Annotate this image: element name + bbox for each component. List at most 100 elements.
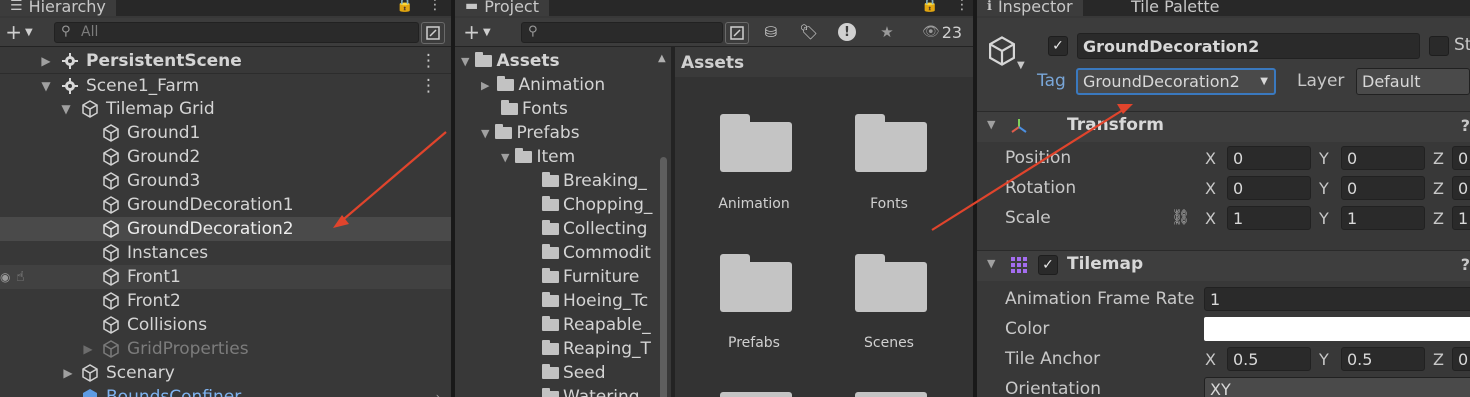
tree-item-seed[interactable]: Seed	[542, 361, 606, 385]
tree-item-label: Furniture	[563, 267, 640, 287]
collapse-arrow-icon[interactable]: ▼	[987, 118, 995, 131]
collapse-arrow-icon[interactable]: ▼	[987, 257, 995, 270]
hierarchy-panel: ☰ Hierarchy 🔒 ⋮ + ▼ ⚲ All ▶ PersistentSc…	[0, 0, 451, 397]
tilemap-enabled-checkbox[interactable]: ✓	[1038, 255, 1058, 275]
project-search-input[interactable]: ⚲	[521, 22, 723, 43]
filter-by-type-button[interactable]: ⛁	[757, 21, 785, 43]
asset-path-label: Assets	[681, 53, 745, 73]
rotation-y-value: 0	[1347, 178, 1358, 198]
star-icon: ★	[880, 23, 894, 41]
tag-dropdown[interactable]: GroundDecoration2 ▼	[1076, 68, 1276, 95]
object-name-field[interactable]: GroundDecoration2	[1077, 33, 1420, 59]
tree-item-chopping[interactable]: Chopping_	[542, 193, 652, 217]
folder-icon[interactable]	[855, 392, 927, 397]
scroll-up-icon[interactable]: ▲	[658, 53, 666, 64]
tree-item-reaping[interactable]: Reaping_T	[542, 337, 651, 361]
orientation-dropdown[interactable]: XY	[1204, 377, 1470, 397]
rotation-y-field[interactable]: 0	[1341, 176, 1425, 200]
frame-rate-field[interactable]: 1	[1204, 287, 1470, 311]
tab-tile-palette[interactable]: Tile Palette	[1121, 0, 1230, 16]
anchor-y-value: 0.5	[1347, 349, 1373, 369]
transform-header[interactable]: ▼ Transform ?	[977, 111, 1470, 142]
eye-icon: 👁	[921, 24, 940, 40]
static-label: St	[1454, 35, 1470, 55]
tree-item-assets[interactable]: ▼ Assets	[461, 49, 560, 73]
tree-item-label: Chopping_	[563, 195, 653, 215]
collapse-arrow-icon[interactable]: ▼	[501, 151, 509, 164]
rotation-z-field[interactable]: 0	[1452, 176, 1470, 200]
folder-icon	[542, 292, 559, 307]
layer-value: Default	[1362, 72, 1421, 91]
favorites-button[interactable]: ★	[873, 21, 901, 43]
expand-arrow-icon[interactable]: ▶	[481, 79, 489, 92]
anchor-z-field[interactable]: 0	[1452, 347, 1470, 371]
color-swatch[interactable]	[1204, 317, 1470, 341]
tree-item-label: Commodit	[563, 243, 651, 263]
tree-item-label: Hoeing_Tc	[563, 291, 649, 311]
static-checkbox[interactable]	[1429, 36, 1449, 56]
folder-icon[interactable]	[720, 392, 792, 397]
tree-item-hoeing[interactable]: Hoeing_Tc	[542, 289, 648, 313]
position-x-field[interactable]: 0	[1227, 146, 1311, 170]
open-folder-icon	[475, 52, 493, 67]
rotation-z-value: 0	[1458, 178, 1469, 198]
tilemap-grid-icon	[1011, 257, 1027, 273]
rotation-x-field[interactable]: 0	[1227, 176, 1311, 200]
search-mode-button[interactable]	[725, 22, 749, 44]
folder-icon	[542, 364, 559, 379]
asset-item-label[interactable]: Animation	[694, 196, 814, 212]
tree-item-prefabs[interactable]: ▼ Prefabs	[481, 121, 580, 145]
layer-dropdown[interactable]: Default	[1356, 68, 1470, 95]
help-icon[interactable]: ?	[1461, 116, 1470, 135]
tilemap-body: Animation Frame Rate 1 Color Tile Anchor…	[977, 281, 1470, 397]
transform-body: Position X 0 Y 0 Z 0 Rotation X 0 Y 0 Z …	[977, 142, 1470, 246]
tree-item-label: Collecting	[563, 219, 648, 239]
tree-item-commodity[interactable]: Commodit	[542, 241, 651, 265]
filter-by-log-button[interactable]: !	[833, 21, 861, 43]
anchor-x-field[interactable]: 0.5	[1227, 347, 1311, 371]
tree-item-fonts[interactable]: Fonts	[501, 97, 568, 121]
folder-icon[interactable]	[855, 254, 927, 312]
scale-y-field[interactable]: 1	[1341, 206, 1425, 230]
tab-inspector[interactable]: ℹ Inspector	[977, 0, 1083, 16]
lock-icon[interactable]: 🔒	[921, 0, 938, 13]
folder-icon[interactable]	[720, 114, 792, 172]
filter-by-label-button[interactable]: 🏷	[795, 21, 823, 43]
axis-x-label: X	[1205, 149, 1216, 168]
asset-item-label[interactable]: Prefabs	[694, 335, 814, 351]
tab-project[interactable]: ▬ Project	[455, 0, 549, 16]
tree-item-item[interactable]: ▼ Item	[501, 145, 575, 169]
tree-item-furniture[interactable]: Furniture	[542, 265, 639, 289]
create-asset-button[interactable]: + ▼	[457, 20, 497, 44]
folder-icon[interactable]	[720, 254, 792, 312]
visible-count-toggle[interactable]: 👁 23	[913, 21, 971, 43]
anchor-z-value: 0	[1458, 349, 1469, 369]
tree-item-watering[interactable]: Watering	[542, 385, 640, 397]
help-icon[interactable]: ?	[1461, 255, 1470, 274]
active-checkbox[interactable]: ✓	[1048, 36, 1068, 56]
tilemap-header[interactable]: ▼ ✓ Tilemap ?	[977, 250, 1470, 281]
constrain-proportions-link-icon[interactable]: ⛓	[1171, 208, 1190, 226]
anchor-y-field[interactable]: 0.5	[1341, 347, 1425, 371]
folder-icon	[542, 316, 559, 331]
tree-item-collecting[interactable]: Collecting	[542, 217, 647, 241]
collapse-arrow-icon[interactable]: ▼	[461, 55, 469, 68]
tag-value: GroundDecoration2	[1083, 72, 1240, 91]
tree-scrollbar-thumb[interactable]	[660, 157, 667, 397]
asset-item-label[interactable]: Fonts	[829, 196, 949, 212]
tree-scrollbar[interactable]: ▲	[657, 47, 669, 397]
folder-icon	[497, 76, 515, 91]
plus-icon: +	[463, 20, 481, 44]
position-z-field[interactable]: 0	[1452, 146, 1470, 170]
asset-item-label[interactable]: Scenes	[829, 335, 949, 351]
collapse-arrow-icon[interactable]: ▼	[481, 127, 489, 140]
tree-item-breaking[interactable]: Breaking_	[542, 169, 647, 193]
scale-x-field[interactable]: 1	[1227, 206, 1311, 230]
tree-item-animation[interactable]: ▶ Animation	[481, 73, 605, 97]
chevron-down-icon[interactable]: ▼	[1017, 60, 1025, 71]
position-y-field[interactable]: 0	[1341, 146, 1425, 170]
tree-item-reapable[interactable]: Reapable_	[542, 313, 651, 337]
folder-icon[interactable]	[855, 114, 927, 172]
panel-menu-icon[interactable]: ⋮	[955, 0, 969, 13]
scale-z-field[interactable]: 1	[1452, 206, 1470, 230]
